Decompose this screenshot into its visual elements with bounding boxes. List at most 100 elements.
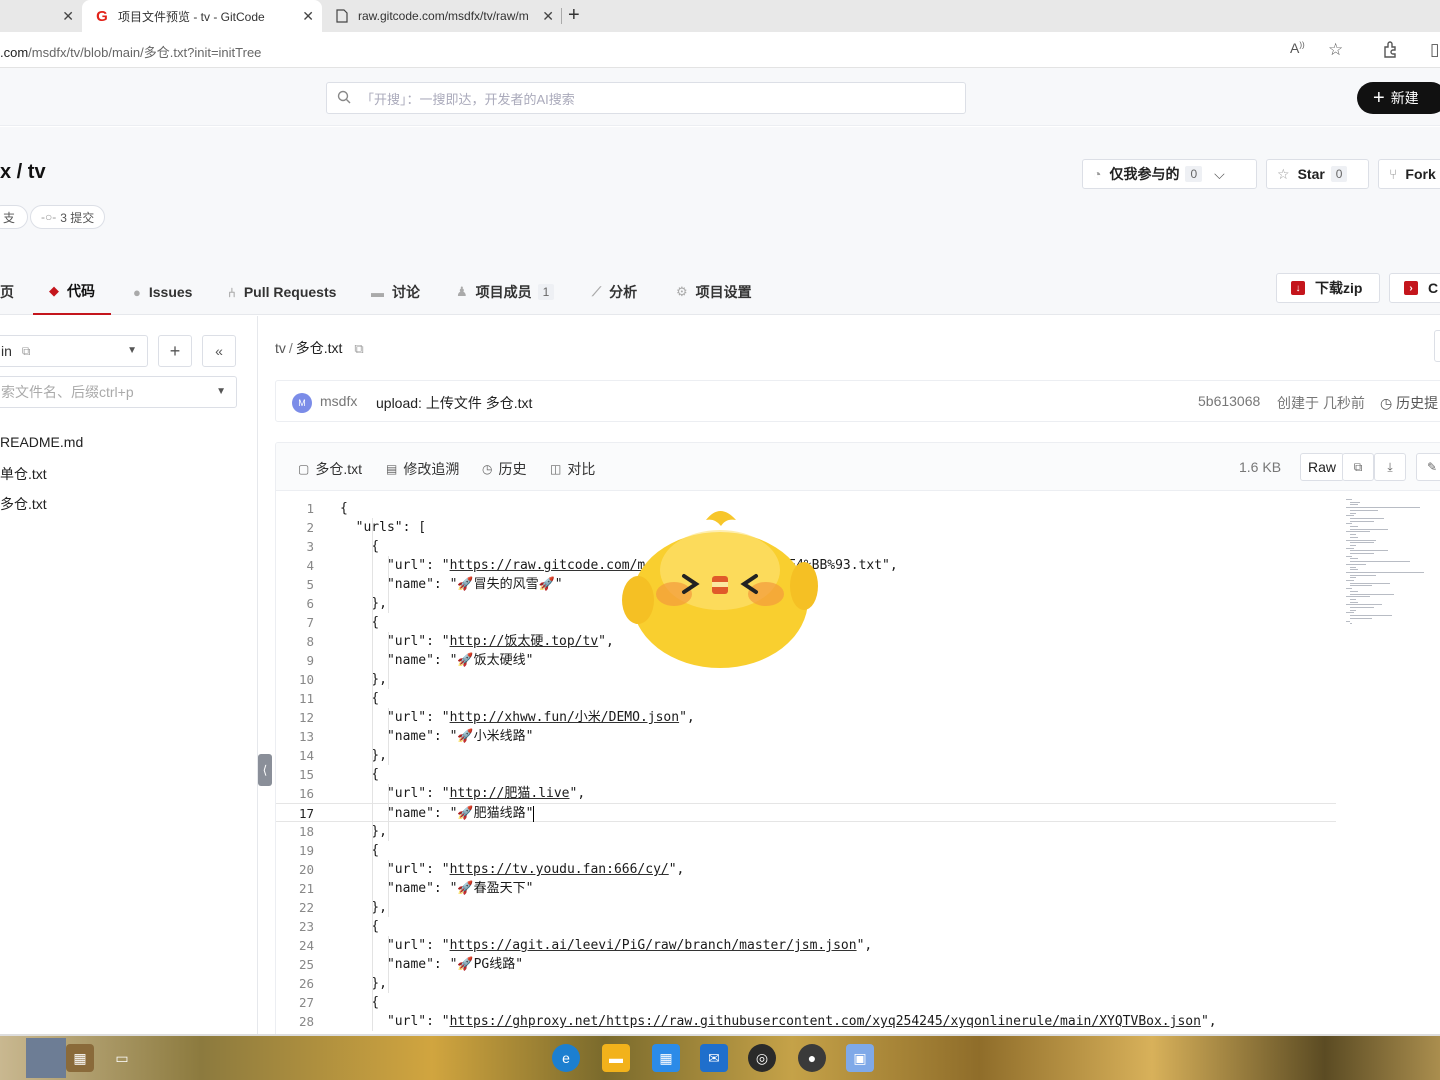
sidebar-toggle[interactable]: ⟨ [258,754,272,786]
code-line[interactable]: 18 }, [276,822,1336,841]
tab-members[interactable]: ♟ 项目成员 1 [456,269,555,315]
commit-message[interactable]: upload: 上传文件 多仓.txt [376,393,532,413]
mail-icon[interactable]: ✉ [700,1044,728,1072]
tab-settings[interactable]: ⚙ 项目设置 [676,269,752,315]
watch-button[interactable]: ◔ 仅我参与的 0 ⌵ [1082,159,1257,189]
edit-file-button[interactable]: ✎ [1416,453,1440,481]
browser-tab[interactable]: ✕ [0,0,82,32]
tab-issues[interactable]: ● Issues [133,269,192,315]
clone-button[interactable]: › C [1389,273,1440,303]
code-line[interactable]: 13 "name": "🚀小米线路" [276,727,1336,746]
code-line[interactable]: 20 "url": "https://tv.youdu.fan:666/cy/"… [276,860,1336,879]
app-icon[interactable]: ▦ [66,1044,94,1072]
code-line[interactable]: 15 { [276,765,1336,784]
new-button[interactable]: + 新建 [1357,82,1440,114]
global-search-input[interactable]: 「开搜」：一搜即达，开发者的AI搜索 [326,82,966,114]
caret-down-icon: ▼ [127,345,137,356]
tree-item-multi[interactable]: 多仓.txt [0,494,47,514]
tab-analytics[interactable]: ⟋ 分析 [592,269,637,315]
minimap-line [1346,612,1354,614]
branch-name: in [1,343,12,359]
code-line[interactable]: 11 { [276,689,1336,708]
copy-file-button[interactable]: ⧉ [1342,453,1374,481]
add-file-button[interactable]: + [158,335,192,367]
code-line[interactable]: 14 }, [276,746,1336,765]
read-aloud-icon[interactable]: A)) [1290,40,1305,56]
breadcrumb-repo[interactable]: tv [275,340,286,356]
code-line[interactable]: 16 "url": "http://肥猫.live", [276,784,1336,803]
address-bar[interactable]: .com/msdfx/tv/blob/main/多仓.txt?init=init… [0,32,1440,68]
file-search-input[interactable]: 索文件名、后缀ctrl+p ▼ [0,376,237,408]
store-icon[interactable]: ▦ [652,1044,680,1072]
tab-file[interactable]: ▢ 多仓.txt [298,459,362,479]
star-button[interactable]: ☆ Star 0 [1266,159,1369,189]
edge-browser-icon[interactable]: e [552,1044,580,1072]
code-line[interactable]: 10 }, [276,670,1336,689]
history-link[interactable]: ◷ 历史提 [1380,393,1438,413]
close-tab-icon[interactable]: ✕ [542,8,554,25]
copy-icon[interactable]: ⧉ [22,344,31,359]
obs-icon[interactable]: ● [798,1044,826,1072]
minimap-line [1350,544,1356,546]
collapse-tree-button[interactable]: « [202,335,236,367]
code-line[interactable]: 22 }, [276,898,1336,917]
user-avatar[interactable] [26,1038,66,1078]
repo-title[interactable]: x / tv [0,161,46,184]
minimap-line [1346,580,1354,581]
download-file-button[interactable]: ⤓ [1374,453,1406,481]
avatar[interactable]: M [292,393,312,413]
new-tab-icon[interactable]: + [568,4,580,27]
favorite-star-icon[interactable]: ☆ [1328,40,1343,60]
branch-select[interactable]: in ⧉ ▼ [0,335,148,367]
download-zip-button[interactable]: ↓ 下载zip [1276,273,1380,303]
chat-app-icon[interactable]: ◎ [748,1044,776,1072]
minimap-line [1350,558,1358,560]
video-app-icon[interactable]: ▭ [108,1044,136,1072]
tab-home[interactable]: 页 [0,269,14,315]
close-tab-icon[interactable]: ✕ [302,8,314,25]
code-line[interactable]: 19 { [276,841,1336,860]
code-line[interactable]: 28 "url": "https://ghproxy.net/https://r… [276,1012,1336,1031]
split-screen-icon[interactable]: ▯ [1430,40,1439,60]
line-number: 3 [306,539,314,554]
tab-label: 代码 [67,283,95,299]
photos-icon[interactable]: ▣ [846,1044,874,1072]
tree-item-readme[interactable]: README.md [0,434,83,450]
branches-chip[interactable]: 支 [0,205,29,229]
code-line[interactable]: 21 "name": "🚀春盈天下" [276,879,1336,898]
url-text[interactable]: .com/msdfx/tv/blob/main/多仓.txt?init=init… [0,42,261,61]
code-minimap[interactable] [1344,499,1424,629]
extensions-icon[interactable] [1382,40,1400,63]
code-line[interactable]: 25 "name": "🚀PG线路" [276,955,1336,974]
tree-item-single[interactable]: 单仓.txt [0,464,47,484]
commit-author[interactable]: msdfx [320,393,357,409]
code-line[interactable]: 27 { [276,993,1336,1012]
fork-button[interactable]: ⑂ Fork [1378,159,1440,189]
browser-tab-active[interactable]: G 项目文件预览 - tv - GitCode ✕ [82,0,322,32]
tab-code[interactable]: ◆ 代码 [33,269,111,315]
browser-tab[interactable]: raw.gitcode.com/msdfx/tv/raw/m ✕ [322,0,562,32]
commits-chip[interactable]: -○- 3 提交 [30,205,106,229]
code-line[interactable]: 12 "url": "http://xhww.fun/小米/DEMO.json"… [276,708,1336,727]
file-action-button[interactable] [1434,330,1440,362]
chevron-down-icon[interactable]: ⌵ [1214,166,1225,183]
file-explorer-icon[interactable]: ▬ [602,1044,630,1072]
code-line[interactable]: 17 "name": "🚀肥猫线路" [276,803,1336,822]
raw-button[interactable]: Raw [1300,453,1344,481]
file-toolbar: ▢ 多仓.txt ▤ 修改追溯 ◷ 历史 ◫ 对比 1.6 KB Raw ⧉ ⤓… [276,443,1440,491]
tab-pull-requests[interactable]: ⑃ Pull Requests [228,269,336,315]
minimap-line [1346,555,1352,557]
tab-blame[interactable]: ▤ 修改追溯 [386,459,459,479]
tab-compare[interactable]: ◫ 对比 [550,459,595,479]
tab-discussion[interactable]: ▬ 讨论 [371,269,420,315]
line-number: 1 [306,501,314,516]
code-line[interactable]: 26 }, [276,974,1336,993]
tab-history[interactable]: ◷ 历史 [482,459,526,479]
close-tab-icon[interactable]: ✕ [62,8,74,25]
code-line[interactable]: 23 { [276,917,1336,936]
repo-nav: 页 ◆ 代码 ● Issues ⑃ Pull Requests ▬ 讨论 ♟ 项… [0,269,1440,315]
line-text: "name": "🚀饭太硬线" [340,653,534,668]
copy-path-icon[interactable]: ⧉ [354,341,363,356]
commit-sha[interactable]: 5b613068 [1198,393,1260,409]
code-line[interactable]: 24 "url": "https://agit.ai/leevi/PiG/raw… [276,936,1336,955]
